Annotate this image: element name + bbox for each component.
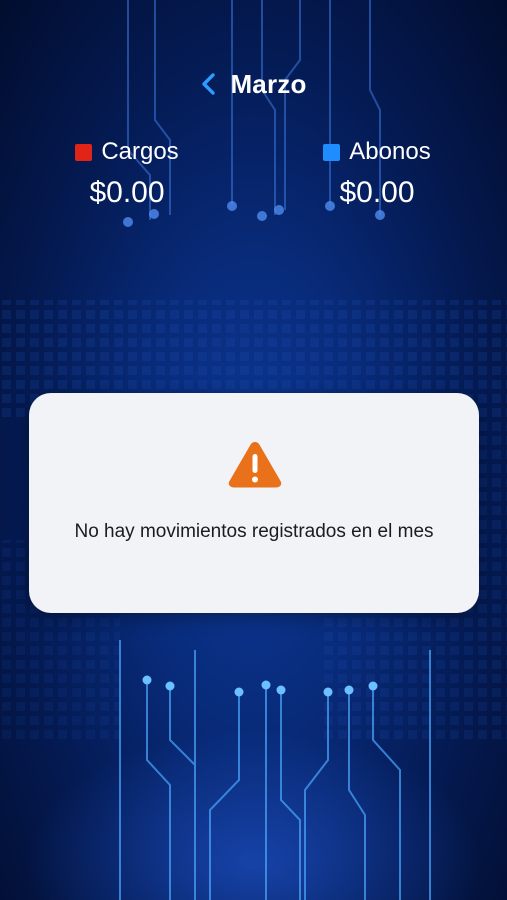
chevron-left-icon[interactable] [200, 72, 216, 96]
abonos-summary: Abonos $0.00 [292, 138, 462, 210]
abonos-label: Abonos [349, 138, 431, 165]
cargos-label: Cargos [101, 138, 179, 165]
abonos-value: $0.00 [339, 176, 415, 209]
cargos-legend-swatch [75, 143, 93, 161]
header: Marzo [0, 62, 507, 106]
cargos-value: $0.00 [89, 176, 165, 209]
cargos-summary: Cargos $0.00 [42, 138, 212, 210]
month-title: Marzo [230, 68, 307, 99]
abonos-label-row: Abonos [292, 138, 462, 166]
back-button[interactable]: Marzo [200, 69, 306, 100]
cargos-label-row: Cargos [42, 138, 212, 166]
empty-state-card: No hay movimientos registrados en el mes [29, 393, 479, 613]
empty-state-message: No hay movimientos registrados en el mes [74, 521, 434, 542]
warning-icon [228, 442, 282, 488]
abonos-legend-swatch [323, 143, 341, 161]
